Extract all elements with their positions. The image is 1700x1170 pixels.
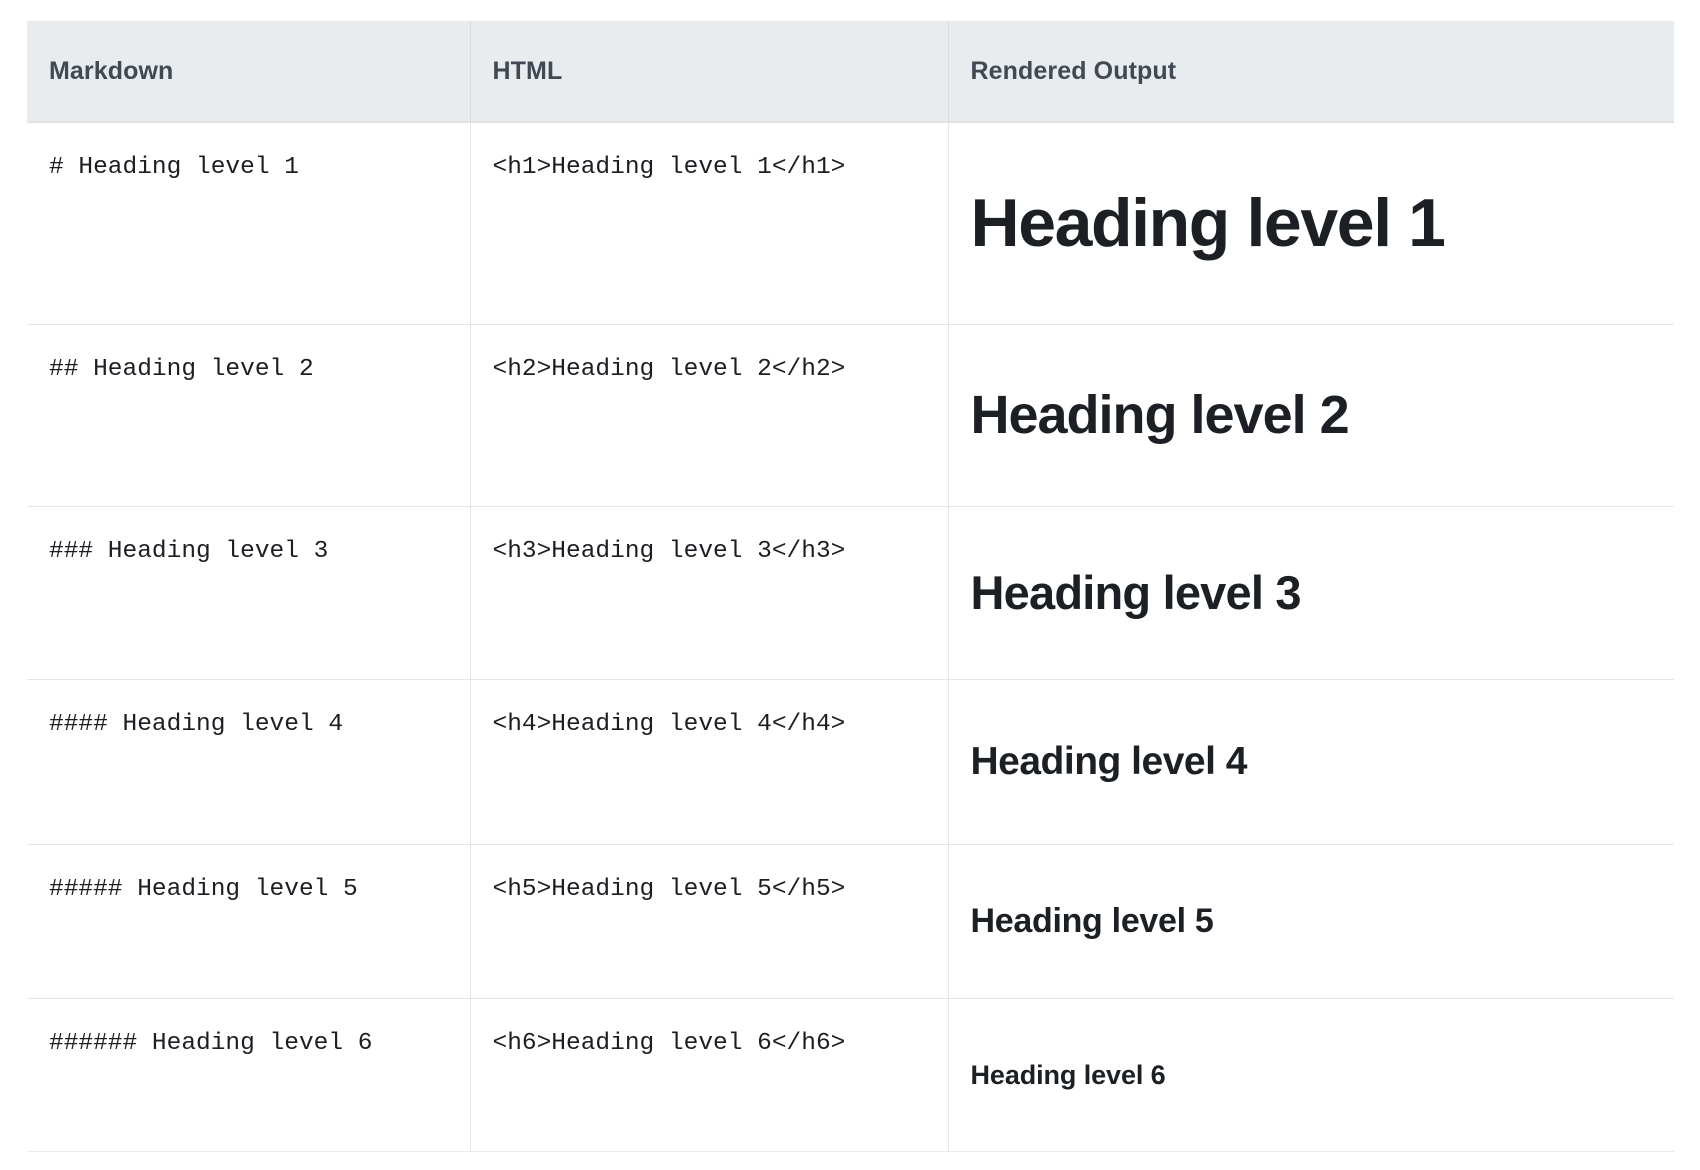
table-row: ### Heading level 3 <h3>Heading level 3<… bbox=[27, 506, 1674, 680]
markdown-headings-table: Markdown HTML Rendered Output # Heading … bbox=[27, 21, 1674, 1152]
html-code-h1: <h1>Heading level 1</h1> bbox=[492, 154, 846, 181]
table-row: #### Heading level 4 <h4>Heading level 4… bbox=[27, 679, 1674, 845]
html-cell-h5: <h5>Heading level 5</h5> bbox=[470, 844, 949, 999]
html-code-h4: <h4>Heading level 4</h4> bbox=[492, 711, 846, 738]
html-cell-h6: <h6>Heading level 6</h6> bbox=[470, 998, 949, 1152]
rendered-heading-3: Heading level 3 bbox=[970, 566, 1302, 620]
markdown-code-h2: ## Heading level 2 bbox=[49, 356, 314, 383]
table-row: ##### Heading level 5 <h5>Heading level … bbox=[27, 844, 1674, 999]
markdown-code-h1: # Heading level 1 bbox=[49, 154, 299, 181]
rendered-heading-2: Heading level 2 bbox=[970, 385, 1350, 446]
markdown-cell-h5: ##### Heading level 5 bbox=[27, 844, 471, 999]
html-code-h5: <h5>Heading level 5</h5> bbox=[492, 876, 846, 903]
markdown-code-h5: ##### Heading level 5 bbox=[49, 876, 358, 903]
markdown-code-h3: ### Heading level 3 bbox=[49, 538, 329, 565]
rendered-cell-h4: Heading level 4 bbox=[948, 679, 1674, 845]
rendered-heading-1: Heading level 1 bbox=[970, 184, 1446, 261]
rendered-cell-h3: Heading level 3 bbox=[948, 506, 1674, 680]
html-cell-h4: <h4>Heading level 4</h4> bbox=[470, 679, 949, 845]
markdown-cell-h4: #### Heading level 4 bbox=[27, 679, 471, 845]
html-cell-h2: <h2>Heading level 2</h2> bbox=[470, 324, 949, 507]
rendered-cell-h1: Heading level 1 bbox=[948, 122, 1674, 325]
rendered-heading-4: Heading level 4 bbox=[970, 739, 1248, 783]
table-row: ## Heading level 2 <h2>Heading level 2</… bbox=[27, 324, 1674, 507]
rendered-heading-6: Heading level 6 bbox=[970, 1059, 1166, 1090]
rendered-cell-h6: Heading level 6 bbox=[948, 998, 1674, 1152]
rendered-cell-h2: Heading level 2 bbox=[948, 324, 1674, 507]
markdown-cell-h6: ###### Heading level 6 bbox=[27, 998, 471, 1152]
column-header-rendered-output: Rendered Output bbox=[948, 21, 1674, 123]
column-header-html: HTML bbox=[470, 21, 949, 123]
markdown-code-h6: ###### Heading level 6 bbox=[49, 1030, 373, 1057]
page-root: Markdown HTML Rendered Output # Heading … bbox=[0, 0, 1700, 1170]
html-code-h6: <h6>Heading level 6</h6> bbox=[492, 1030, 846, 1057]
table-body: # Heading level 1 <h1>Heading level 1</h… bbox=[27, 122, 1674, 1152]
html-code-h2: <h2>Heading level 2</h2> bbox=[492, 356, 846, 383]
markdown-cell-h3: ### Heading level 3 bbox=[27, 506, 471, 680]
rendered-heading-5: Heading level 5 bbox=[970, 901, 1214, 940]
html-cell-h3: <h3>Heading level 3</h3> bbox=[470, 506, 949, 680]
html-cell-h1: <h1>Heading level 1</h1> bbox=[470, 122, 949, 325]
markdown-cell-h1: # Heading level 1 bbox=[27, 122, 471, 325]
html-code-h3: <h3>Heading level 3</h3> bbox=[492, 538, 846, 565]
column-header-markdown: Markdown bbox=[27, 21, 471, 123]
markdown-headings-table-wrapper: Markdown HTML Rendered Output # Heading … bbox=[27, 21, 1674, 1152]
markdown-code-h4: #### Heading level 4 bbox=[49, 711, 344, 738]
rendered-cell-h5: Heading level 5 bbox=[948, 844, 1674, 999]
table-head: Markdown HTML Rendered Output bbox=[27, 21, 1674, 123]
table-row: # Heading level 1 <h1>Heading level 1</h… bbox=[27, 122, 1674, 325]
markdown-cell-h2: ## Heading level 2 bbox=[27, 324, 471, 507]
table-header-row: Markdown HTML Rendered Output bbox=[27, 21, 1674, 123]
table-row: ###### Heading level 6 <h6>Heading level… bbox=[27, 998, 1674, 1152]
